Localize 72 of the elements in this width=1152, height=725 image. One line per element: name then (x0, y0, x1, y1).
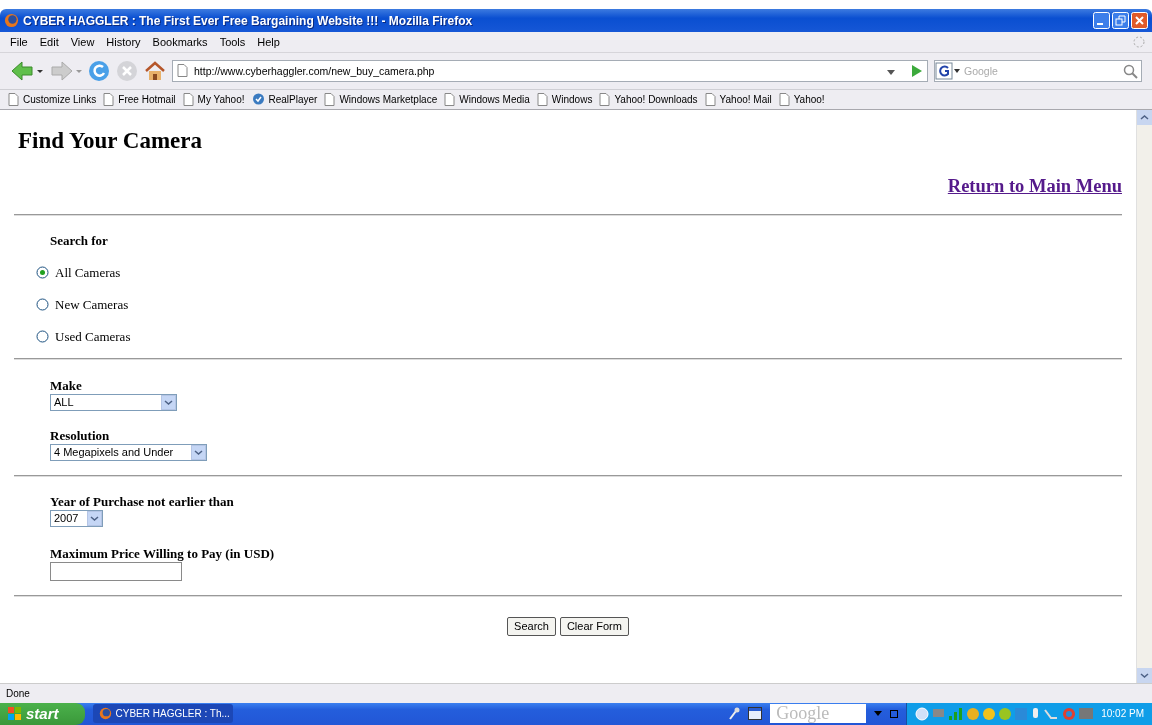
scrollbar[interactable] (1136, 109, 1152, 684)
search-engine-icon[interactable] (935, 61, 961, 80)
clock-text: 10:02 PM (1101, 708, 1144, 720)
page-icon (324, 92, 336, 106)
bookmark-link[interactable]: Customize Links (23, 93, 97, 105)
minimize-icon[interactable] (1093, 12, 1110, 29)
caret-icon[interactable] (874, 711, 883, 717)
page-icon (444, 92, 456, 106)
dropdown-select[interactable]: ALL (50, 393, 177, 411)
taskbar-button[interactable]: CYBER HAGGLER : Th... (92, 704, 233, 724)
windows-logo-icon (8, 707, 22, 721)
bookmark-link[interactable]: Yahoo! Downloads (614, 93, 698, 105)
menu-item[interactable]: History (100, 35, 147, 48)
menu-item[interactable]: Edit (33, 35, 65, 48)
bookmark-link[interactable]: Windows (551, 93, 593, 105)
radio-button[interactable] (36, 266, 49, 280)
window-icon[interactable] (748, 707, 763, 721)
browser-logo-icon (4, 13, 19, 28)
radio-label[interactable]: New Cameras (55, 296, 129, 313)
field-label: Maximum Price Willing to Pay (in USD) (50, 545, 276, 562)
page-icon (599, 92, 611, 106)
page-icon (704, 92, 716, 106)
browser-logo-icon (98, 707, 112, 721)
bookmark-link[interactable]: Windows Marketplace (339, 93, 438, 105)
chevron-down-icon[interactable] (161, 394, 176, 410)
page-heading: Find Your Camera (18, 127, 203, 154)
form-button[interactable]: Search (507, 616, 556, 636)
reload-icon[interactable] (88, 59, 110, 82)
radio-button[interactable] (36, 298, 49, 312)
page-icon (177, 64, 188, 78)
menu-item[interactable]: File (4, 35, 34, 48)
window-title: CYBER HAGGLER : The First Ever Free Bargaining Website !!! - Mozilla Firefox (23, 13, 474, 28)
bookmark-link[interactable]: Windows Media (459, 93, 530, 105)
field-label: Make (50, 377, 83, 394)
bookmark-link[interactable]: RealPlayer (268, 93, 318, 105)
field-label: Search for (50, 232, 109, 249)
chevron-down-icon[interactable] (87, 510, 102, 526)
page-icon (103, 92, 115, 106)
bookmark-link[interactable]: My Yahoo! (197, 93, 245, 105)
restore-icon[interactable] (1112, 12, 1129, 29)
page-icon (536, 92, 548, 106)
radio-label[interactable]: Used Cameras (55, 328, 131, 345)
form-button[interactable]: Clear Form (559, 616, 629, 636)
page-icon (8, 92, 19, 106)
menu-item[interactable]: View (64, 35, 101, 48)
page-icon (182, 92, 194, 106)
bookmark-link[interactable]: Yahoo! Mail (719, 93, 772, 105)
radio-label[interactable]: All Cameras (55, 264, 121, 281)
dropdown-select[interactable]: 2007 (50, 509, 103, 527)
status-text: Done (6, 688, 30, 699)
dropdown-select[interactable]: 4 Megapixels and Under (50, 443, 207, 461)
chevron-down-icon[interactable] (191, 444, 206, 460)
microphone-icon[interactable] (728, 707, 741, 721)
address-field[interactable]: http://www.cyberhaggler.com/new_buy_camera.php (172, 59, 928, 82)
field-label: Resolution (50, 427, 111, 444)
menu-item[interactable]: Tools (213, 35, 252, 48)
back-arrow-icon[interactable] (10, 59, 44, 82)
field-label: Year of Purchase not earlier than (50, 493, 235, 510)
close-icon[interactable] (1131, 12, 1148, 29)
menu-item[interactable]: Bookmarks (146, 35, 214, 48)
scroll-down-icon[interactable] (1137, 668, 1152, 684)
activity-throbber-icon (1132, 34, 1146, 49)
price-input-field[interactable] (50, 561, 182, 581)
home-icon[interactable] (144, 59, 166, 82)
return-link[interactable]: Return to Main Menu (947, 175, 1122, 197)
square-icon[interactable] (890, 710, 899, 718)
page-icon (778, 92, 790, 106)
system-tray-drawing[interactable] (915, 706, 1096, 722)
radio-button[interactable] (36, 330, 49, 344)
menu-item[interactable]: Help (251, 35, 286, 48)
bookmark-link[interactable]: Free Hotmail (118, 93, 176, 105)
bookmark-link[interactable]: Yahoo! (793, 93, 825, 105)
